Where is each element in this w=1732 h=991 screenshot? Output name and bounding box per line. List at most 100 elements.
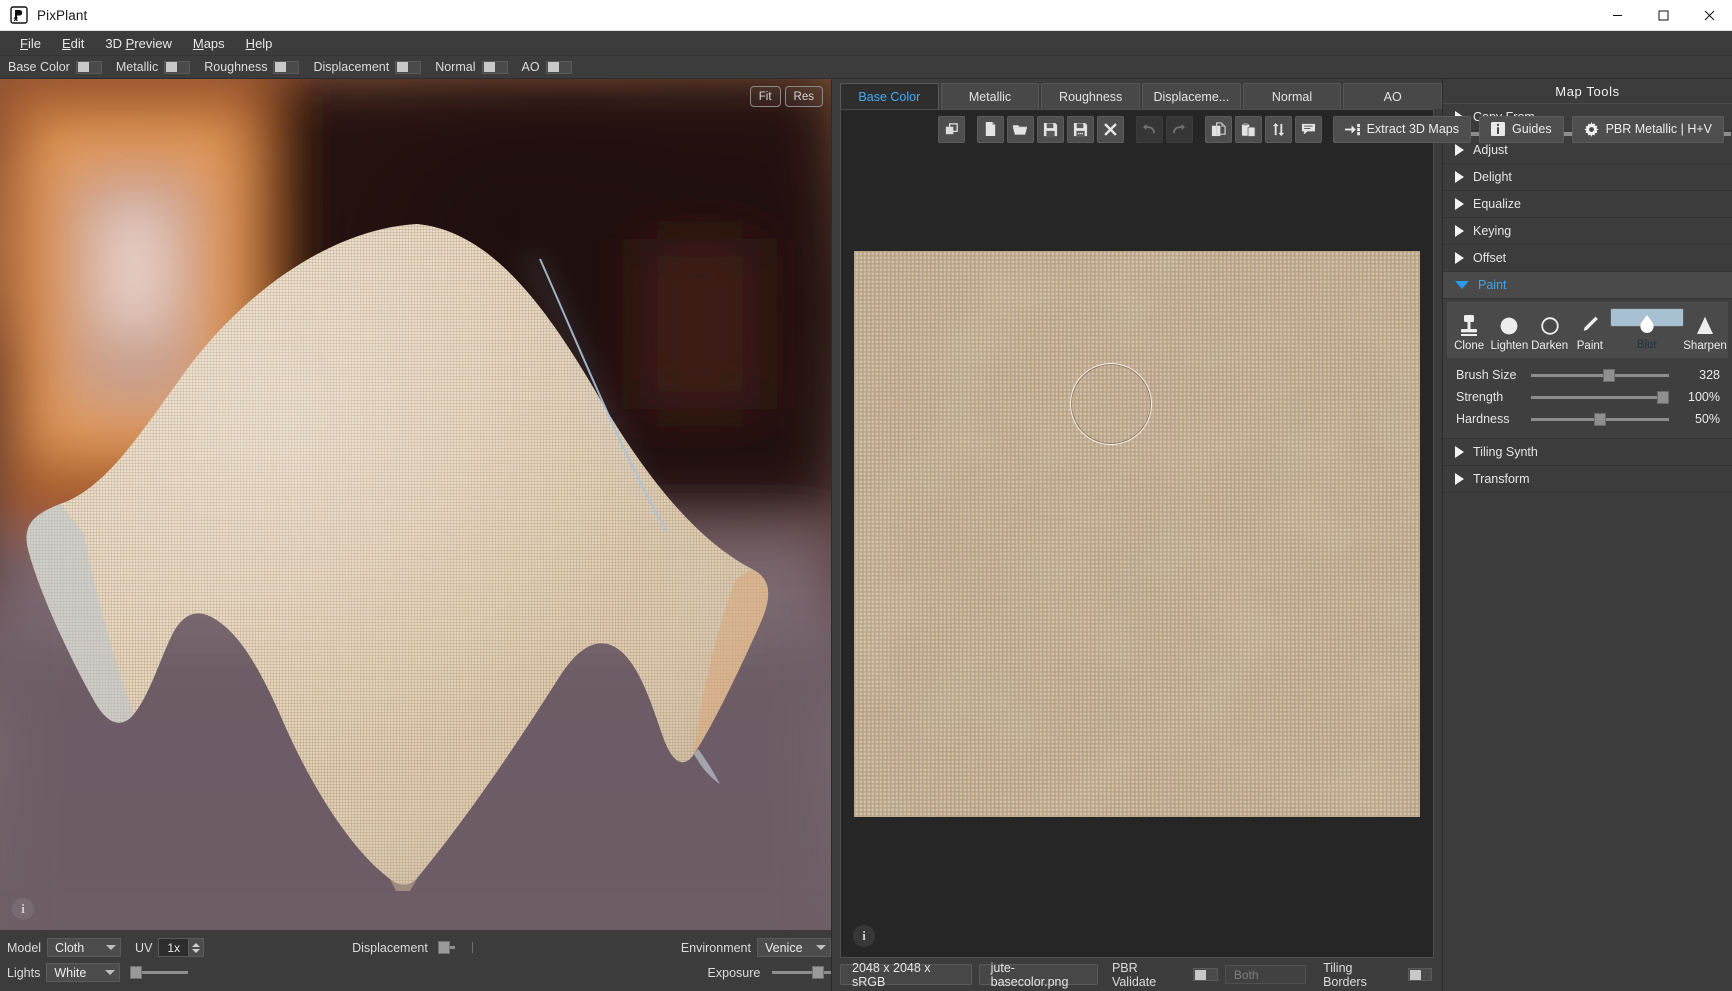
fit-button-3d[interactable]: Fit <box>750 86 781 107</box>
map-toggle-label: Roughness <box>204 60 267 74</box>
filename-badge[interactable]: jute-basecolor.png <box>979 964 1098 985</box>
tab-displacement[interactable]: Displaceme... <box>1142 83 1241 109</box>
environment-select[interactable]: Venice <box>757 938 831 957</box>
paint-tool-blur[interactable]: Blur <box>1610 308 1684 327</box>
map-toggle-normal[interactable]: Normal <box>435 60 507 74</box>
viewport-2d-info-icon[interactable]: i <box>853 925 875 947</box>
menu-item-maps[interactable]: Maps <box>183 33 236 54</box>
hardness-slider[interactable] <box>1531 412 1669 426</box>
close-document-button[interactable] <box>1097 116 1124 143</box>
toggle-switch[interactable] <box>546 61 572 74</box>
save-button[interactable] <box>1037 116 1064 143</box>
paint-tool-sharpen[interactable]: Sharpen <box>1684 308 1726 354</box>
lights-select[interactable]: White <box>46 963 120 982</box>
tab-base-color[interactable]: Base Color <box>840 83 939 109</box>
menu-item-help[interactable]: Help <box>236 33 284 54</box>
save-as-button[interactable] <box>1067 116 1094 143</box>
pbr-mode-select[interactable]: Both <box>1225 965 1306 984</box>
jute-weave-texture <box>854 251 1420 817</box>
section-equalize[interactable]: Equalize <box>1443 191 1732 218</box>
new-document-button[interactable] <box>977 116 1004 143</box>
section-header[interactable]: Equalize <box>1443 191 1732 217</box>
strength-slider[interactable] <box>1531 390 1669 404</box>
redo-button[interactable] <box>1166 116 1193 143</box>
swap-arrows-button[interactable] <box>1265 116 1292 143</box>
uv-stepper[interactable]: 1x <box>158 938 204 957</box>
tab-ao[interactable]: AO <box>1343 83 1442 109</box>
map-toggle-roughness[interactable]: Roughness <box>204 60 299 74</box>
map-toggle-displacement[interactable]: Displacement <box>313 60 421 74</box>
toggle-switch[interactable] <box>395 61 421 74</box>
paint-tool-clone[interactable]: Clone <box>1449 308 1489 354</box>
section-header[interactable]: Tiling Synth <box>1443 439 1732 465</box>
tiling-borders-label: Tiling Borders <box>1323 961 1395 989</box>
menu-item-edit[interactable]: Edit <box>52 33 95 54</box>
exposure-slider[interactable] <box>772 966 831 980</box>
comment-button[interactable] <box>1295 116 1322 143</box>
open-folder-button[interactable] <box>1007 116 1034 143</box>
tiling-borders-toggle[interactable] <box>1408 968 1432 981</box>
slider-knob[interactable] <box>1657 391 1669 404</box>
caret-right-icon <box>1455 225 1464 237</box>
section-label: Equalize <box>1473 197 1521 211</box>
tab-normal[interactable]: Normal <box>1243 83 1342 109</box>
section-header[interactable]: Delight <box>1443 164 1732 190</box>
maximize-button[interactable] <box>1640 0 1686 31</box>
paste-button[interactable] <box>1235 116 1262 143</box>
toggle-switch[interactable] <box>482 61 508 74</box>
section-header[interactable]: Transform <box>1443 466 1732 492</box>
map-toggle-metallic[interactable]: Metallic <box>116 60 190 74</box>
paint-tool-darken[interactable]: Darken <box>1530 308 1570 354</box>
uv-stepper-arrows[interactable] <box>188 939 203 956</box>
model-value: Cloth <box>55 941 84 955</box>
slider-knob[interactable] <box>130 966 142 979</box>
menu-item-file[interactable]: File <box>10 33 52 54</box>
toggle-switch[interactable] <box>273 61 299 74</box>
texture-canvas[interactable] <box>854 251 1420 817</box>
map-tools-title: Map Tools <box>1443 79 1732 104</box>
minimize-button[interactable] <box>1594 0 1640 31</box>
tab-metallic[interactable]: Metallic <box>941 83 1040 109</box>
viewport-3d[interactable]: Fit Res i <box>0 79 831 930</box>
lights-label: Lights <box>7 966 40 980</box>
viewport-2d[interactable]: Fit 1:1 <box>840 109 1434 958</box>
toggle-switch[interactable] <box>76 61 102 74</box>
menu-item-3d-preview[interactable]: 3D Preview <box>95 33 182 54</box>
section-label: Delight <box>1473 170 1512 184</box>
paint-tool-lighten[interactable]: Lighten <box>1489 308 1529 354</box>
close-button[interactable] <box>1686 0 1732 31</box>
model-select[interactable]: Cloth <box>47 938 121 957</box>
viewport-3d-info-icon[interactable]: i <box>12 898 34 920</box>
map-toggle-ao[interactable]: AO <box>522 60 572 74</box>
copy-button[interactable] <box>1205 116 1232 143</box>
section-header[interactable]: Paint <box>1443 272 1732 298</box>
duplicate-window-button[interactable] <box>938 116 965 143</box>
map-tab-bar: Base Color Metallic Roughness Displaceme… <box>832 79 1442 109</box>
toggle-switch[interactable] <box>164 61 190 74</box>
section-paint[interactable]: Paint <box>1443 272 1732 299</box>
res-button-3d[interactable]: Res <box>785 86 823 107</box>
slider-knob[interactable] <box>1603 369 1615 382</box>
slider-knob[interactable] <box>438 941 450 954</box>
pbr-validate-toggle[interactable] <box>1193 968 1217 981</box>
section-offset[interactable]: Offset <box>1443 245 1732 272</box>
section-header[interactable]: Offset <box>1443 245 1732 271</box>
map-toggle-base-color[interactable]: Base Color <box>8 60 102 74</box>
section-delight[interactable]: Delight <box>1443 164 1732 191</box>
section-tiling-synth[interactable]: Tiling Synth <box>1443 438 1732 466</box>
tab-roughness[interactable]: Roughness <box>1041 83 1140 109</box>
extract-3d-maps-button[interactable]: Extract 3D Maps <box>1333 116 1471 143</box>
slider-knob[interactable] <box>1594 413 1606 426</box>
main-toolbar: Extract 3D Maps Guides PBR Metallic | H+… <box>938 112 1732 146</box>
light-intensity-slider[interactable] <box>130 966 187 980</box>
displacement-slider[interactable] <box>438 941 455 955</box>
undo-button[interactable] <box>1136 116 1163 143</box>
brush-size-slider[interactable] <box>1531 368 1669 382</box>
section-transform[interactable]: Transform <box>1443 466 1732 493</box>
section-header[interactable]: Keying <box>1443 218 1732 244</box>
slider-knob[interactable] <box>812 966 824 979</box>
section-keying[interactable]: Keying <box>1443 218 1732 245</box>
guides-button[interactable]: Guides <box>1479 116 1564 143</box>
paint-tool-paint[interactable]: Paint <box>1570 308 1610 354</box>
pbr-preset-button[interactable]: PBR Metallic | H+V <box>1572 116 1724 143</box>
